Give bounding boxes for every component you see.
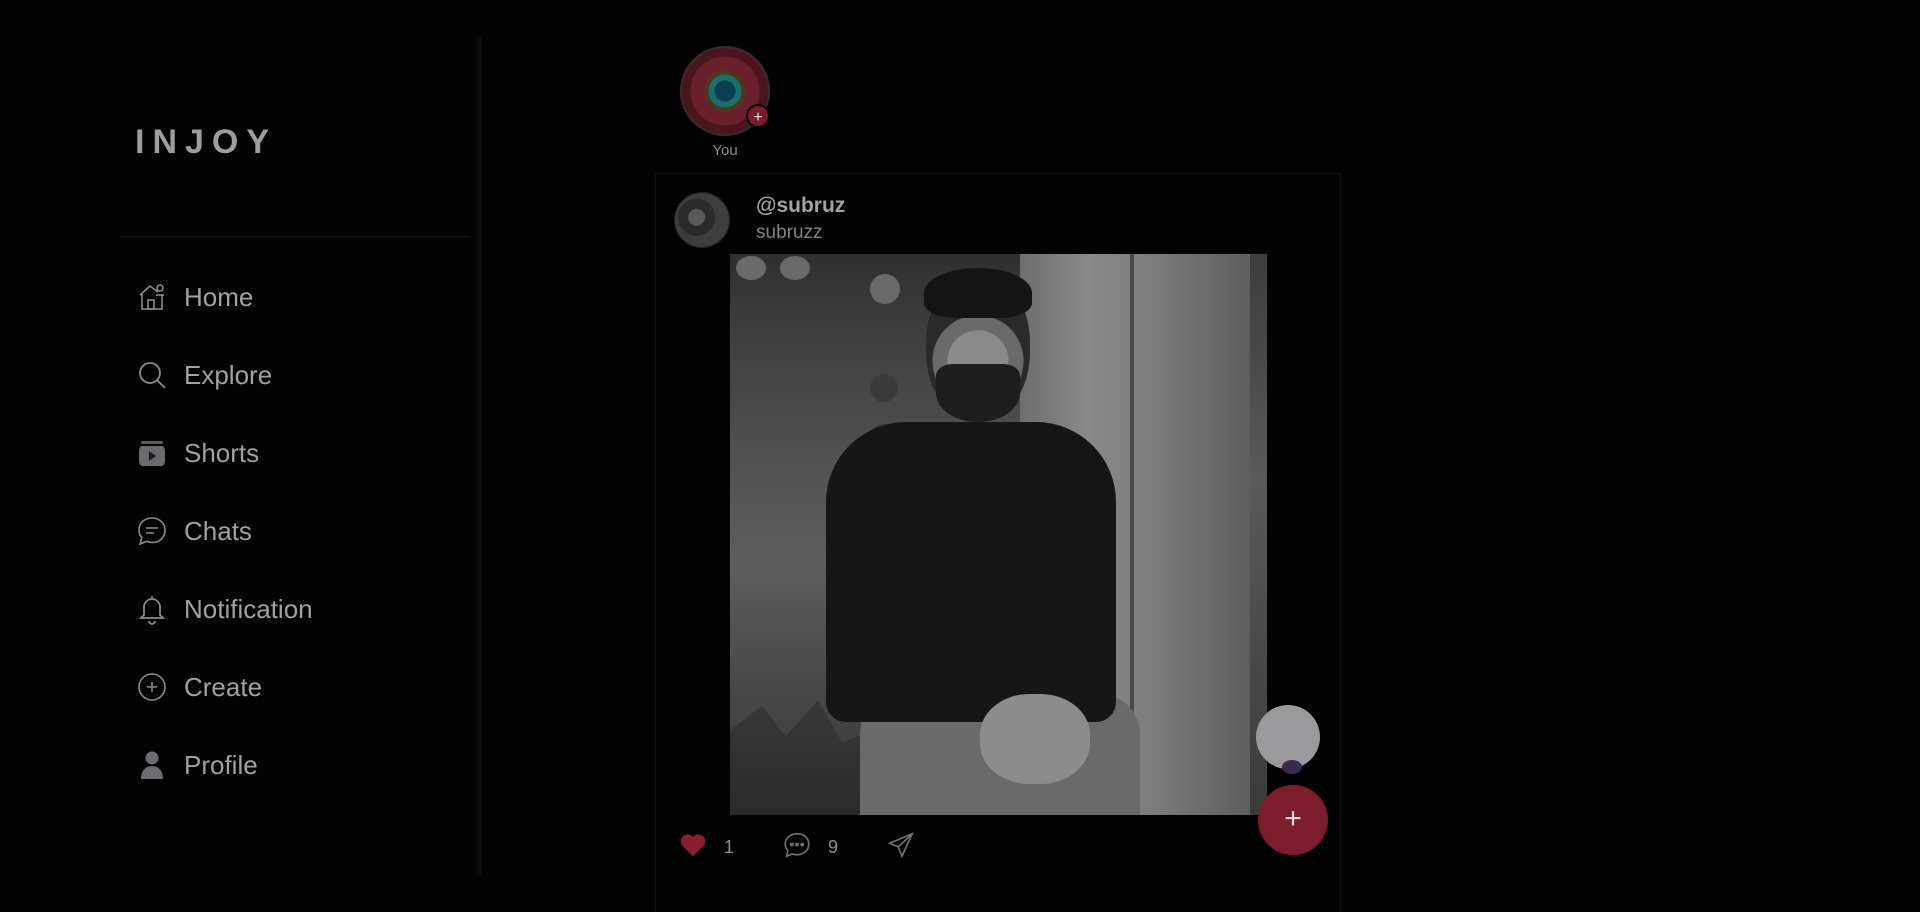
comment-icon (782, 830, 812, 865)
photo-detail (870, 374, 898, 402)
sidebar-item-notification[interactable]: Notification (135, 570, 313, 648)
post-image[interactable] (730, 254, 1267, 815)
photo-detail (780, 256, 810, 280)
photo-subject-beard (936, 364, 1020, 422)
shorts-icon (135, 436, 169, 470)
post-actions: 1 9 (678, 830, 964, 865)
send-icon (886, 830, 916, 865)
sidebar-item-profile[interactable]: Profile (135, 726, 313, 804)
like-count: 1 (724, 837, 735, 857)
sidebar-item-label: Profile (184, 749, 258, 780)
comment-button[interactable]: 9 (782, 830, 838, 865)
floating-bubble-indicator (1282, 760, 1302, 774)
post-user-info: @subruz subruzz (756, 194, 845, 244)
plus-circle-icon (135, 670, 169, 704)
sidebar-item-label: Home (184, 281, 254, 312)
sidebar-item-label: Shorts (184, 437, 260, 468)
chat-icon (135, 514, 169, 548)
sidebar-item-label: Notification (184, 593, 313, 624)
sidebar-item-chats[interactable]: Chats (135, 492, 313, 570)
like-button[interactable]: 1 (678, 830, 734, 865)
post-username: subruzz (756, 222, 823, 243)
share-button[interactable] (886, 830, 916, 865)
sidebar-item-label: Explore (184, 359, 273, 390)
sidebar-item-explore[interactable]: Explore (135, 336, 313, 414)
sidebar-nav: Home Explore Shorts Chats Notification C… (135, 258, 313, 804)
user-icon (135, 748, 169, 782)
sidebar-item-label: Create (184, 671, 263, 702)
create-post-fab[interactable]: + (1258, 785, 1328, 855)
sidebar-item-label: Chats (184, 515, 252, 546)
sidebar-item-home[interactable]: Home (135, 258, 313, 336)
app-root: INJOY Home Explore Shorts Chats Notifica… (0, 0, 1920, 912)
add-story-button[interactable]: + (746, 104, 770, 128)
story-avatar[interactable]: + (680, 46, 770, 136)
sidebar: INJOY Home Explore Shorts Chats Notifica… (0, 37, 482, 875)
photo-detail (870, 274, 900, 304)
sidebar-item-shorts[interactable]: Shorts (135, 414, 313, 492)
photo-subject-hands (980, 694, 1090, 784)
sidebar-divider (120, 236, 470, 237)
bell-icon (135, 592, 169, 626)
story-own[interactable]: + You (680, 46, 770, 159)
photo-subject-torso (826, 422, 1116, 722)
avatar[interactable] (674, 192, 730, 248)
post-card: @subruz subruzz 1 9 (655, 173, 1341, 912)
heart-icon (678, 830, 708, 865)
home-icon (135, 280, 169, 314)
comment-count: 9 (828, 837, 839, 857)
photo-detail (736, 256, 766, 280)
sidebar-item-create[interactable]: Create (135, 648, 313, 726)
story-label: You (712, 142, 738, 159)
photo-subject-hair (924, 268, 1032, 318)
search-icon (135, 358, 169, 392)
app-logo[interactable]: INJOY (135, 123, 277, 162)
post-handle[interactable]: @subruz (756, 194, 845, 218)
